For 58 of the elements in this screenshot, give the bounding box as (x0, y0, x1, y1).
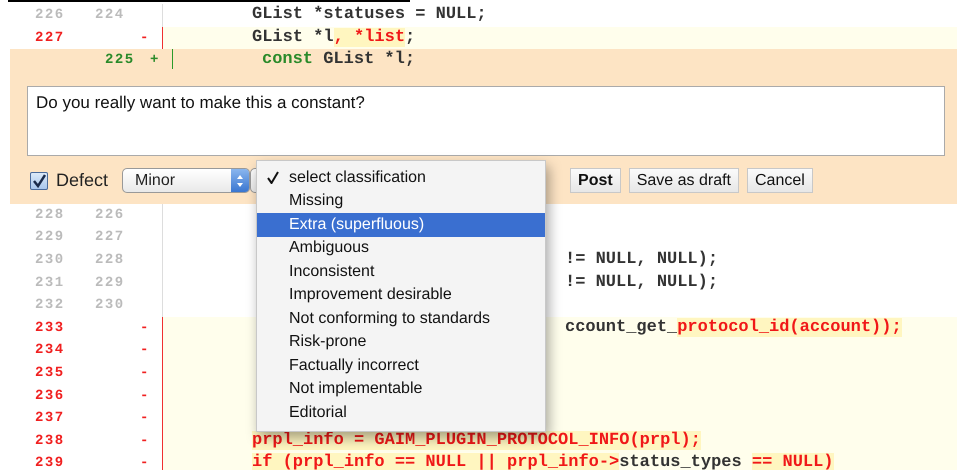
change-sign: - (140, 28, 151, 48)
change-sign: - (140, 341, 151, 360)
new-line-number: 229 (95, 274, 126, 293)
change-sign: + (150, 51, 161, 70)
menu-item[interactable]: Improvement desirable (257, 284, 545, 307)
menu-item[interactable]: Inconsistent (257, 260, 545, 284)
defect-checkbox[interactable] (30, 172, 48, 190)
code-text: != NULL, NULL); (564, 248, 718, 271)
menu-item[interactable]: Risk-prone (257, 330, 545, 354)
menu-item[interactable]: Ambiguous (257, 236, 545, 260)
menu-item[interactable]: Not implementable (257, 378, 545, 401)
code-text: GList *l, *list; (252, 26, 416, 49)
change-sign: - (140, 432, 151, 451)
new-line-number: 227 (95, 228, 126, 248)
menu-item[interactable]: Missing (257, 190, 545, 213)
old-line-number: 234 (34, 341, 66, 360)
new-line-number: 224 (95, 6, 126, 25)
old-line-number: 239 (34, 454, 66, 470)
new-line-number: 225 (105, 51, 136, 70)
severity-select[interactable]: Minor (122, 168, 250, 194)
old-line-number: 227 (34, 28, 66, 48)
form-button[interactable]: Save as draft (628, 168, 739, 194)
change-sign: - (140, 454, 151, 470)
menu-item[interactable]: select classification (257, 166, 545, 190)
change-sign: - (140, 364, 151, 383)
form-button[interactable]: Cancel (746, 168, 813, 194)
code-text: if (prpl_info == NULL || prpl_info->status_types == NULL) (252, 452, 834, 470)
new-line-number: 230 (95, 296, 126, 316)
menu-item[interactable]: Not conforming to standards (257, 307, 545, 330)
menu-item[interactable]: Factually incorrect (257, 354, 545, 378)
change-sign: - (140, 318, 151, 338)
old-line-number: 237 (34, 409, 66, 428)
old-line-number: 235 (34, 364, 66, 383)
code-text: prpl_info = GAIM_PLUGIN_PROTOCOL_INFO(prpl); (252, 430, 701, 452)
old-line-number: 231 (34, 274, 66, 293)
code-text: ccount_get_protocol_id(account)); (564, 316, 902, 339)
old-line-number: 238 (34, 432, 66, 451)
code-text: GList *statuses = NULL; (252, 4, 487, 26)
old-line-number: 229 (34, 228, 66, 248)
change-sign: - (140, 409, 151, 428)
old-line-number: 233 (34, 318, 66, 338)
old-line-number: 228 (34, 206, 66, 225)
change-sign: - (140, 386, 151, 406)
old-line-number: 230 (34, 250, 66, 270)
defect-label: Defect (56, 170, 108, 192)
code-text: != NULL, NULL); (564, 272, 718, 294)
menu-item[interactable]: Extra (superfluous) (257, 213, 545, 236)
checkmark-icon (267, 171, 279, 184)
stepper-icon (231, 169, 250, 192)
menu-item[interactable]: Editorial (257, 401, 545, 424)
old-line-number: 236 (34, 386, 66, 406)
comment-field[interactable]: Do you really want to make this a constant? (27, 86, 945, 156)
new-line-number: 228 (95, 250, 126, 270)
code-text: const GList *l; (262, 49, 416, 72)
old-line-number: 232 (34, 296, 66, 316)
new-line-number: 226 (95, 206, 126, 225)
form-button[interactable]: Post (570, 168, 621, 194)
old-line-number: 226 (34, 6, 66, 25)
